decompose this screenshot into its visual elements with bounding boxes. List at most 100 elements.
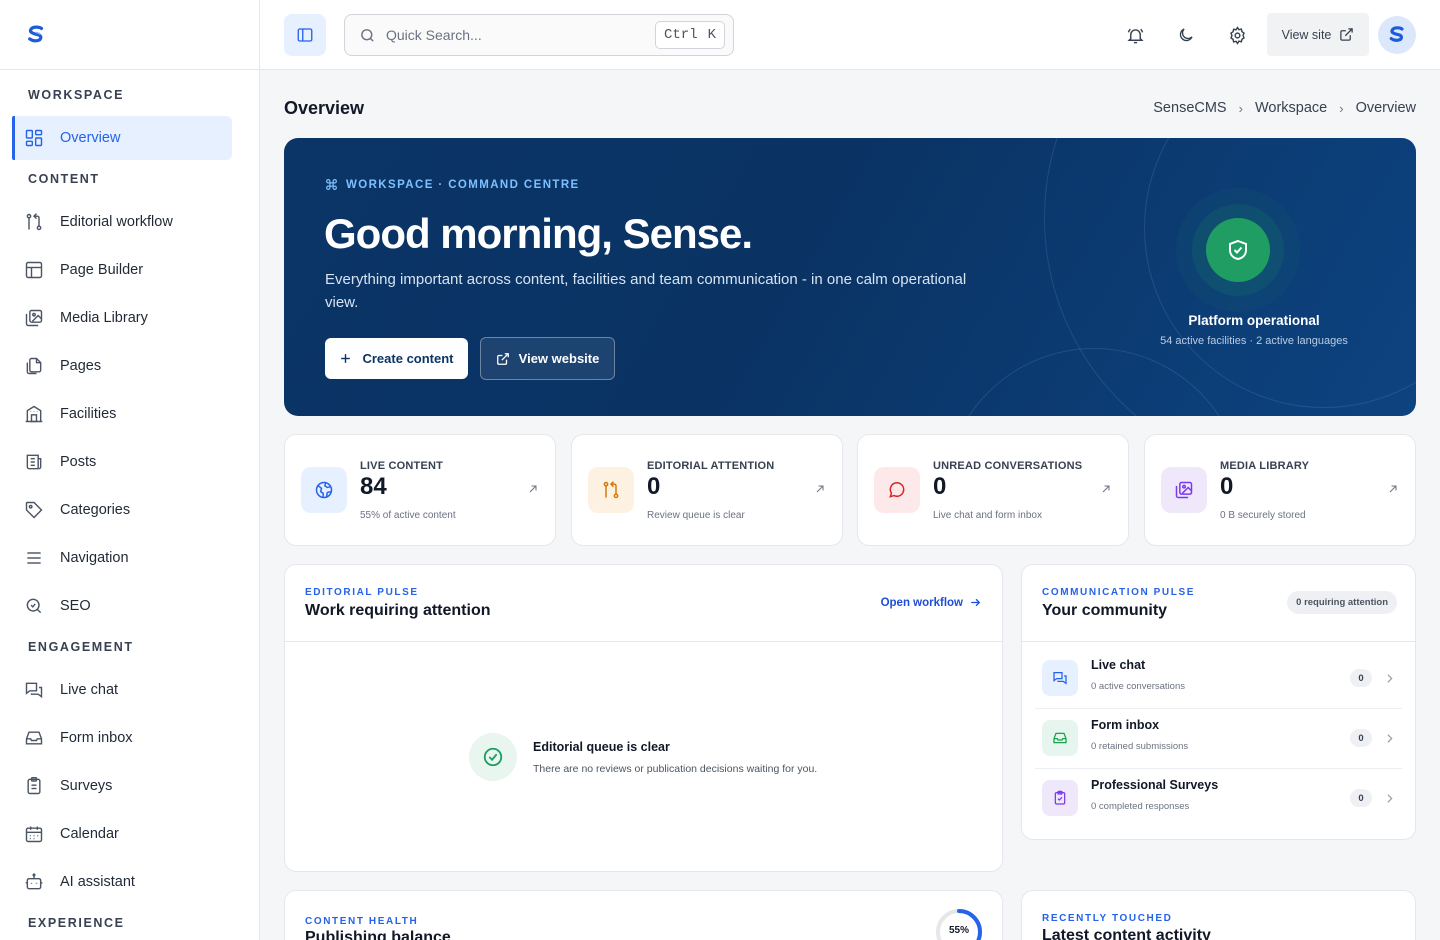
attention-badge: 0 requiring attention	[1287, 591, 1397, 614]
sidebar-item-label: AI assistant	[60, 874, 135, 890]
row-title: Live chat	[1091, 658, 1146, 672]
open-workflow-link[interactable]: Open workflow	[881, 596, 982, 609]
topbar: Ctrl K View site	[260, 0, 1440, 70]
globe-icon	[301, 467, 347, 513]
search-icon	[361, 28, 374, 42]
arrow-up-right-icon	[816, 485, 824, 493]
chat-icon	[1042, 660, 1078, 696]
stat-label: EDITORIAL ATTENTION	[647, 460, 775, 472]
card-title: Your community	[1042, 602, 1168, 619]
hero-eyebrow: WORKSPACE · COMMAND CENTRE	[325, 178, 580, 191]
bell-icon	[1126, 28, 1144, 43]
sidebar-item-seo[interactable]: SEO	[12, 584, 232, 628]
chevron-right-icon: ›	[1339, 100, 1344, 116]
sidebar-item-label: Media Library	[60, 310, 148, 326]
sidebar-item-overview[interactable]: Overview	[12, 116, 232, 160]
grid-icon	[25, 129, 43, 147]
sidebar-item-facilities[interactable]: Facilities	[12, 392, 232, 436]
recent-activity-card: RECENTLY TOUCHED Latest content activity	[1021, 890, 1416, 940]
stat-value: 84	[360, 473, 387, 500]
notifications-button[interactable]	[1114, 14, 1156, 56]
empty-state-title: Editorial queue is clear	[533, 740, 670, 754]
sidebar-item-surveys[interactable]: Surveys	[12, 764, 232, 808]
arrow-up-right-icon	[1102, 485, 1110, 493]
chevron-right-icon	[1387, 733, 1393, 743]
sidebar-toggle-button[interactable]	[284, 14, 326, 56]
stat-subtext: Review queue is clear	[647, 510, 745, 521]
card-title: Work requiring attention	[305, 602, 491, 619]
sidebar-item-pages[interactable]: Pages	[12, 344, 232, 388]
chat-icon	[25, 682, 43, 699]
card-title: Publishing balance	[305, 929, 451, 940]
stat-card-live-content[interactable]: LIVE CONTENT 84 55% of active content	[284, 434, 556, 546]
bot-icon	[25, 873, 43, 890]
community-row-professional-surveys[interactable]: Professional Surveys 0 completed respons…	[1035, 768, 1402, 828]
search-input[interactable]	[386, 27, 636, 43]
quick-search[interactable]: Ctrl K	[344, 14, 734, 56]
sidebar-item-label: Categories	[60, 502, 131, 518]
view-site-button[interactable]: View site	[1267, 13, 1369, 56]
check-circle-icon	[469, 733, 517, 781]
git-pull-request-icon	[588, 467, 634, 513]
community-row-form-inbox[interactable]: Form inbox 0 retained submissions 0	[1035, 708, 1402, 768]
sidebar-item-navigation[interactable]: Navigation	[12, 536, 232, 580]
stat-card-unread-conversations[interactable]: UNREAD CONVERSATIONS 0 Live chat and for…	[857, 434, 1129, 546]
clipboard-icon	[27, 776, 41, 795]
stat-card-media-library[interactable]: MEDIA LIBRARY 0 0 B securely stored	[1144, 434, 1416, 546]
row-title: Form inbox	[1091, 718, 1160, 732]
stat-label: LIVE CONTENT	[360, 460, 444, 472]
row-title: Professional Surveys	[1091, 778, 1219, 792]
avatar[interactable]	[1378, 16, 1416, 54]
sidebar-item-label: Form inbox	[60, 730, 133, 746]
count-badge: 0	[1350, 669, 1372, 687]
arrow-up-right-icon	[529, 485, 537, 493]
breadcrumb-item[interactable]: SenseCMS	[1153, 100, 1226, 116]
create-content-button[interactable]: Create content	[325, 338, 468, 379]
external-link-icon	[496, 352, 509, 365]
content-health-card: CONTENT HEALTH Publishing balance 55%	[284, 890, 1003, 940]
sidebar-item-page-builder[interactable]: Page Builder	[12, 248, 232, 292]
newspaper-icon	[26, 454, 42, 470]
communication-pulse-card: COMMUNICATION PULSE Your community 0 req…	[1021, 564, 1416, 840]
view-website-label: View website	[518, 351, 600, 366]
brand-logo[interactable]	[24, 23, 48, 47]
command-icon	[326, 179, 337, 190]
sidebar-item-label: Overview	[60, 130, 121, 146]
theme-toggle-button[interactable]	[1165, 14, 1207, 56]
sidebar-item-label: Page Builder	[60, 262, 144, 278]
count-badge: 0	[1350, 789, 1372, 807]
hero-greeting: Good morning, Sense.	[324, 210, 753, 257]
view-site-label: View site	[1281, 27, 1332, 42]
shield-check-icon	[1229, 239, 1247, 261]
sidebar-item-posts[interactable]: Posts	[12, 440, 232, 484]
sidebar-item-form-inbox[interactable]: Form inbox	[12, 716, 232, 760]
files-icon	[26, 357, 42, 375]
sidebar-item-categories[interactable]: Categories	[12, 488, 232, 532]
card-eyebrow: CONTENT HEALTH	[305, 916, 419, 927]
stat-card-editorial-attention[interactable]: EDITORIAL ATTENTION 0 Review queue is cl…	[571, 434, 843, 546]
community-row-live-chat[interactable]: Live chat 0 active conversations 0	[1035, 648, 1402, 708]
sidebar-item-editorial-workflow[interactable]: Editorial workflow	[12, 200, 232, 244]
status-title: Platform operational	[1188, 313, 1320, 328]
sidebar-item-media-library[interactable]: Media Library	[12, 296, 232, 340]
plus-icon	[341, 354, 351, 363]
stat-subtext: Live chat and form inbox	[933, 510, 1042, 521]
settings-button[interactable]	[1216, 14, 1258, 56]
breadcrumb-item[interactable]: Workspace	[1255, 100, 1327, 116]
card-eyebrow: RECENTLY TOUCHED	[1042, 913, 1173, 924]
tag-icon	[25, 501, 43, 519]
sidebar-item-label: Pages	[60, 358, 102, 374]
count-badge: 0	[1350, 729, 1372, 747]
row-subtitle: 0 retained submissions	[1091, 741, 1189, 752]
stat-subtext: 55% of active content	[360, 510, 456, 521]
sidebar-item-calendar[interactable]: Calendar	[12, 812, 232, 856]
stat-subtext: 0 B securely stored	[1220, 510, 1306, 521]
sidebar-item-live-chat[interactable]: Live chat	[12, 668, 232, 712]
section-engagement: ENGAGEMENT	[28, 640, 134, 654]
view-website-button[interactable]: View website	[480, 337, 615, 380]
sidebar-item-ai-assistant[interactable]: AI assistant	[12, 860, 232, 904]
chevron-right-icon	[1387, 673, 1393, 683]
calendar-icon	[25, 826, 43, 843]
card-eyebrow: EDITORIAL PULSE	[305, 587, 419, 598]
stat-value: 0	[1220, 473, 1234, 500]
